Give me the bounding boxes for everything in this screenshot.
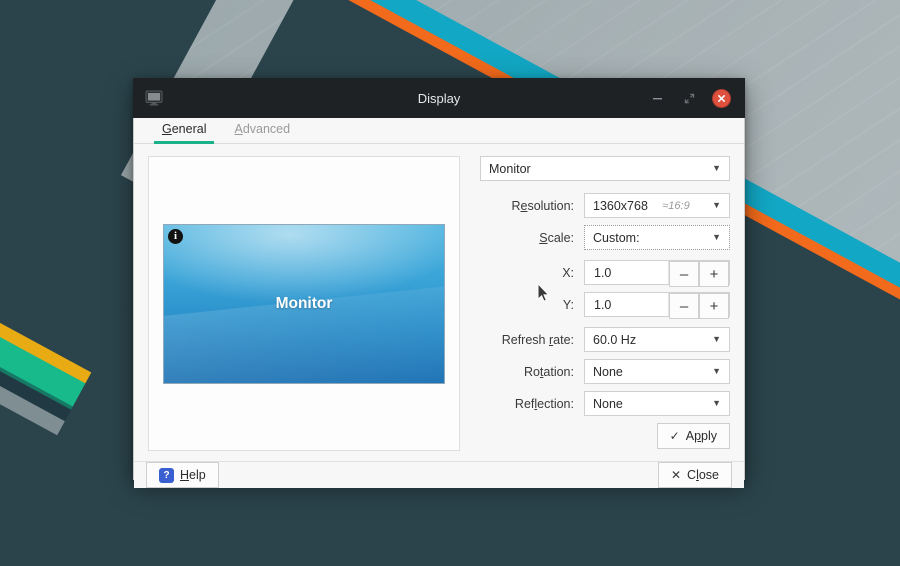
rotation-row: Rotation: None ▼ bbox=[480, 359, 730, 384]
rotation-value: None bbox=[593, 364, 623, 379]
apply-button[interactable]: ✓ Apply bbox=[656, 423, 730, 449]
scale-label: Scale: bbox=[539, 230, 574, 245]
apply-button-label: Apply bbox=[685, 429, 717, 443]
check-icon: ✓ bbox=[669, 429, 680, 443]
window-footer: ? Help ✕ Close bbox=[134, 461, 744, 488]
chevron-down-icon: ▼ bbox=[712, 366, 721, 376]
chevron-down-icon: ▼ bbox=[712, 163, 721, 173]
scale-x-stepper[interactable]: 1.0 – + bbox=[584, 260, 730, 287]
help-button[interactable]: ? Help bbox=[146, 462, 219, 488]
scale-y-row: Y: 1.0 – + bbox=[480, 292, 730, 319]
maximize-button[interactable] bbox=[680, 89, 698, 107]
reflection-label: Reflection: bbox=[514, 396, 574, 411]
tab-advanced[interactable]: Advanced bbox=[220, 118, 304, 143]
scale-x-decrement-button[interactable]: – bbox=[669, 261, 699, 287]
scale-x-row: X: 1.0 – + bbox=[480, 260, 730, 287]
info-icon[interactable]: i bbox=[168, 228, 183, 244]
monitor-select-value: Monitor bbox=[489, 161, 531, 176]
chevron-down-icon: ▼ bbox=[712, 200, 721, 210]
monitor-select[interactable]: Monitor ▼ bbox=[480, 156, 730, 181]
scale-x-value[interactable]: 1.0 bbox=[585, 261, 669, 284]
resolution-select[interactable]: 1360x768 ≈16:9 ▼ bbox=[584, 193, 730, 218]
monitor-preview[interactable]: i Monitor bbox=[163, 223, 445, 384]
monitor-preview-label: Monitor bbox=[275, 294, 333, 312]
close-button-label: Close bbox=[687, 468, 719, 482]
chevron-down-icon: ▼ bbox=[712, 232, 721, 242]
monitor-preview-pane[interactable]: i Monitor bbox=[148, 156, 460, 451]
refresh-rate-label: Refresh rate: bbox=[501, 332, 574, 347]
refresh-rate-row: Refresh rate: 60.0 Hz ▼ bbox=[480, 327, 730, 352]
tab-general[interactable]: General bbox=[148, 118, 220, 144]
scale-x-label: X: bbox=[562, 265, 574, 280]
close-window-button[interactable] bbox=[712, 88, 731, 108]
window-titlebar[interactable]: Display bbox=[133, 78, 745, 118]
minimize-button[interactable] bbox=[648, 89, 666, 107]
resolution-value: 1360x768 bbox=[593, 198, 648, 213]
help-button-label: Help bbox=[180, 468, 206, 482]
window-controls bbox=[648, 88, 745, 108]
tab-bar: General Advanced bbox=[134, 118, 744, 144]
close-icon: ✕ bbox=[670, 468, 682, 482]
window-body: General Advanced i Monitor Monitor ▼ Res bbox=[133, 118, 745, 488]
rotation-select[interactable]: None ▼ bbox=[584, 359, 730, 384]
display-settings-window: Display General Advanced i Monitor Monit… bbox=[133, 78, 745, 488]
scale-y-label: Y: bbox=[562, 297, 574, 312]
scale-value: Custom: bbox=[593, 230, 640, 245]
scale-select[interactable]: Custom: ▼ bbox=[584, 225, 730, 250]
settings-pane: Monitor ▼ Resolution: 1360x768 ≈16:9 ▼ S… bbox=[460, 156, 730, 461]
aspect-ratio-label: ≈16:9 bbox=[662, 199, 690, 212]
content-area: i Monitor Monitor ▼ Resolution: 1360x768 bbox=[134, 144, 744, 461]
tab-general-label: eneral bbox=[171, 122, 207, 136]
scale-y-increment-button[interactable]: + bbox=[699, 293, 729, 319]
scale-y-decrement-button[interactable]: – bbox=[669, 293, 699, 319]
reflection-value: None bbox=[593, 396, 623, 411]
chevron-down-icon: ▼ bbox=[712, 334, 721, 344]
refresh-rate-select[interactable]: 60.0 Hz ▼ bbox=[584, 327, 730, 352]
scale-x-increment-button[interactable]: + bbox=[699, 261, 729, 287]
chevron-down-icon: ▼ bbox=[712, 398, 721, 408]
refresh-rate-value: 60.0 Hz bbox=[593, 332, 637, 347]
scale-row: Scale: Custom: ▼ bbox=[480, 225, 730, 250]
tab-advanced-label: dvanced bbox=[242, 122, 291, 136]
reflection-row: Reflection: None ▼ bbox=[480, 391, 730, 416]
resolution-label: Resolution: bbox=[511, 198, 574, 213]
scale-y-stepper[interactable]: 1.0 – + bbox=[584, 292, 730, 319]
resolution-row: Resolution: 1360x768 ≈16:9 ▼ bbox=[480, 193, 730, 218]
rotation-label: Rotation: bbox=[523, 364, 574, 379]
scale-y-value[interactable]: 1.0 bbox=[585, 293, 669, 316]
reflection-select[interactable]: None ▼ bbox=[584, 391, 730, 416]
apply-button-container: ✓ Apply bbox=[480, 423, 730, 461]
question-mark-icon: ? bbox=[159, 467, 174, 483]
close-button[interactable]: ✕ Close bbox=[657, 462, 732, 488]
